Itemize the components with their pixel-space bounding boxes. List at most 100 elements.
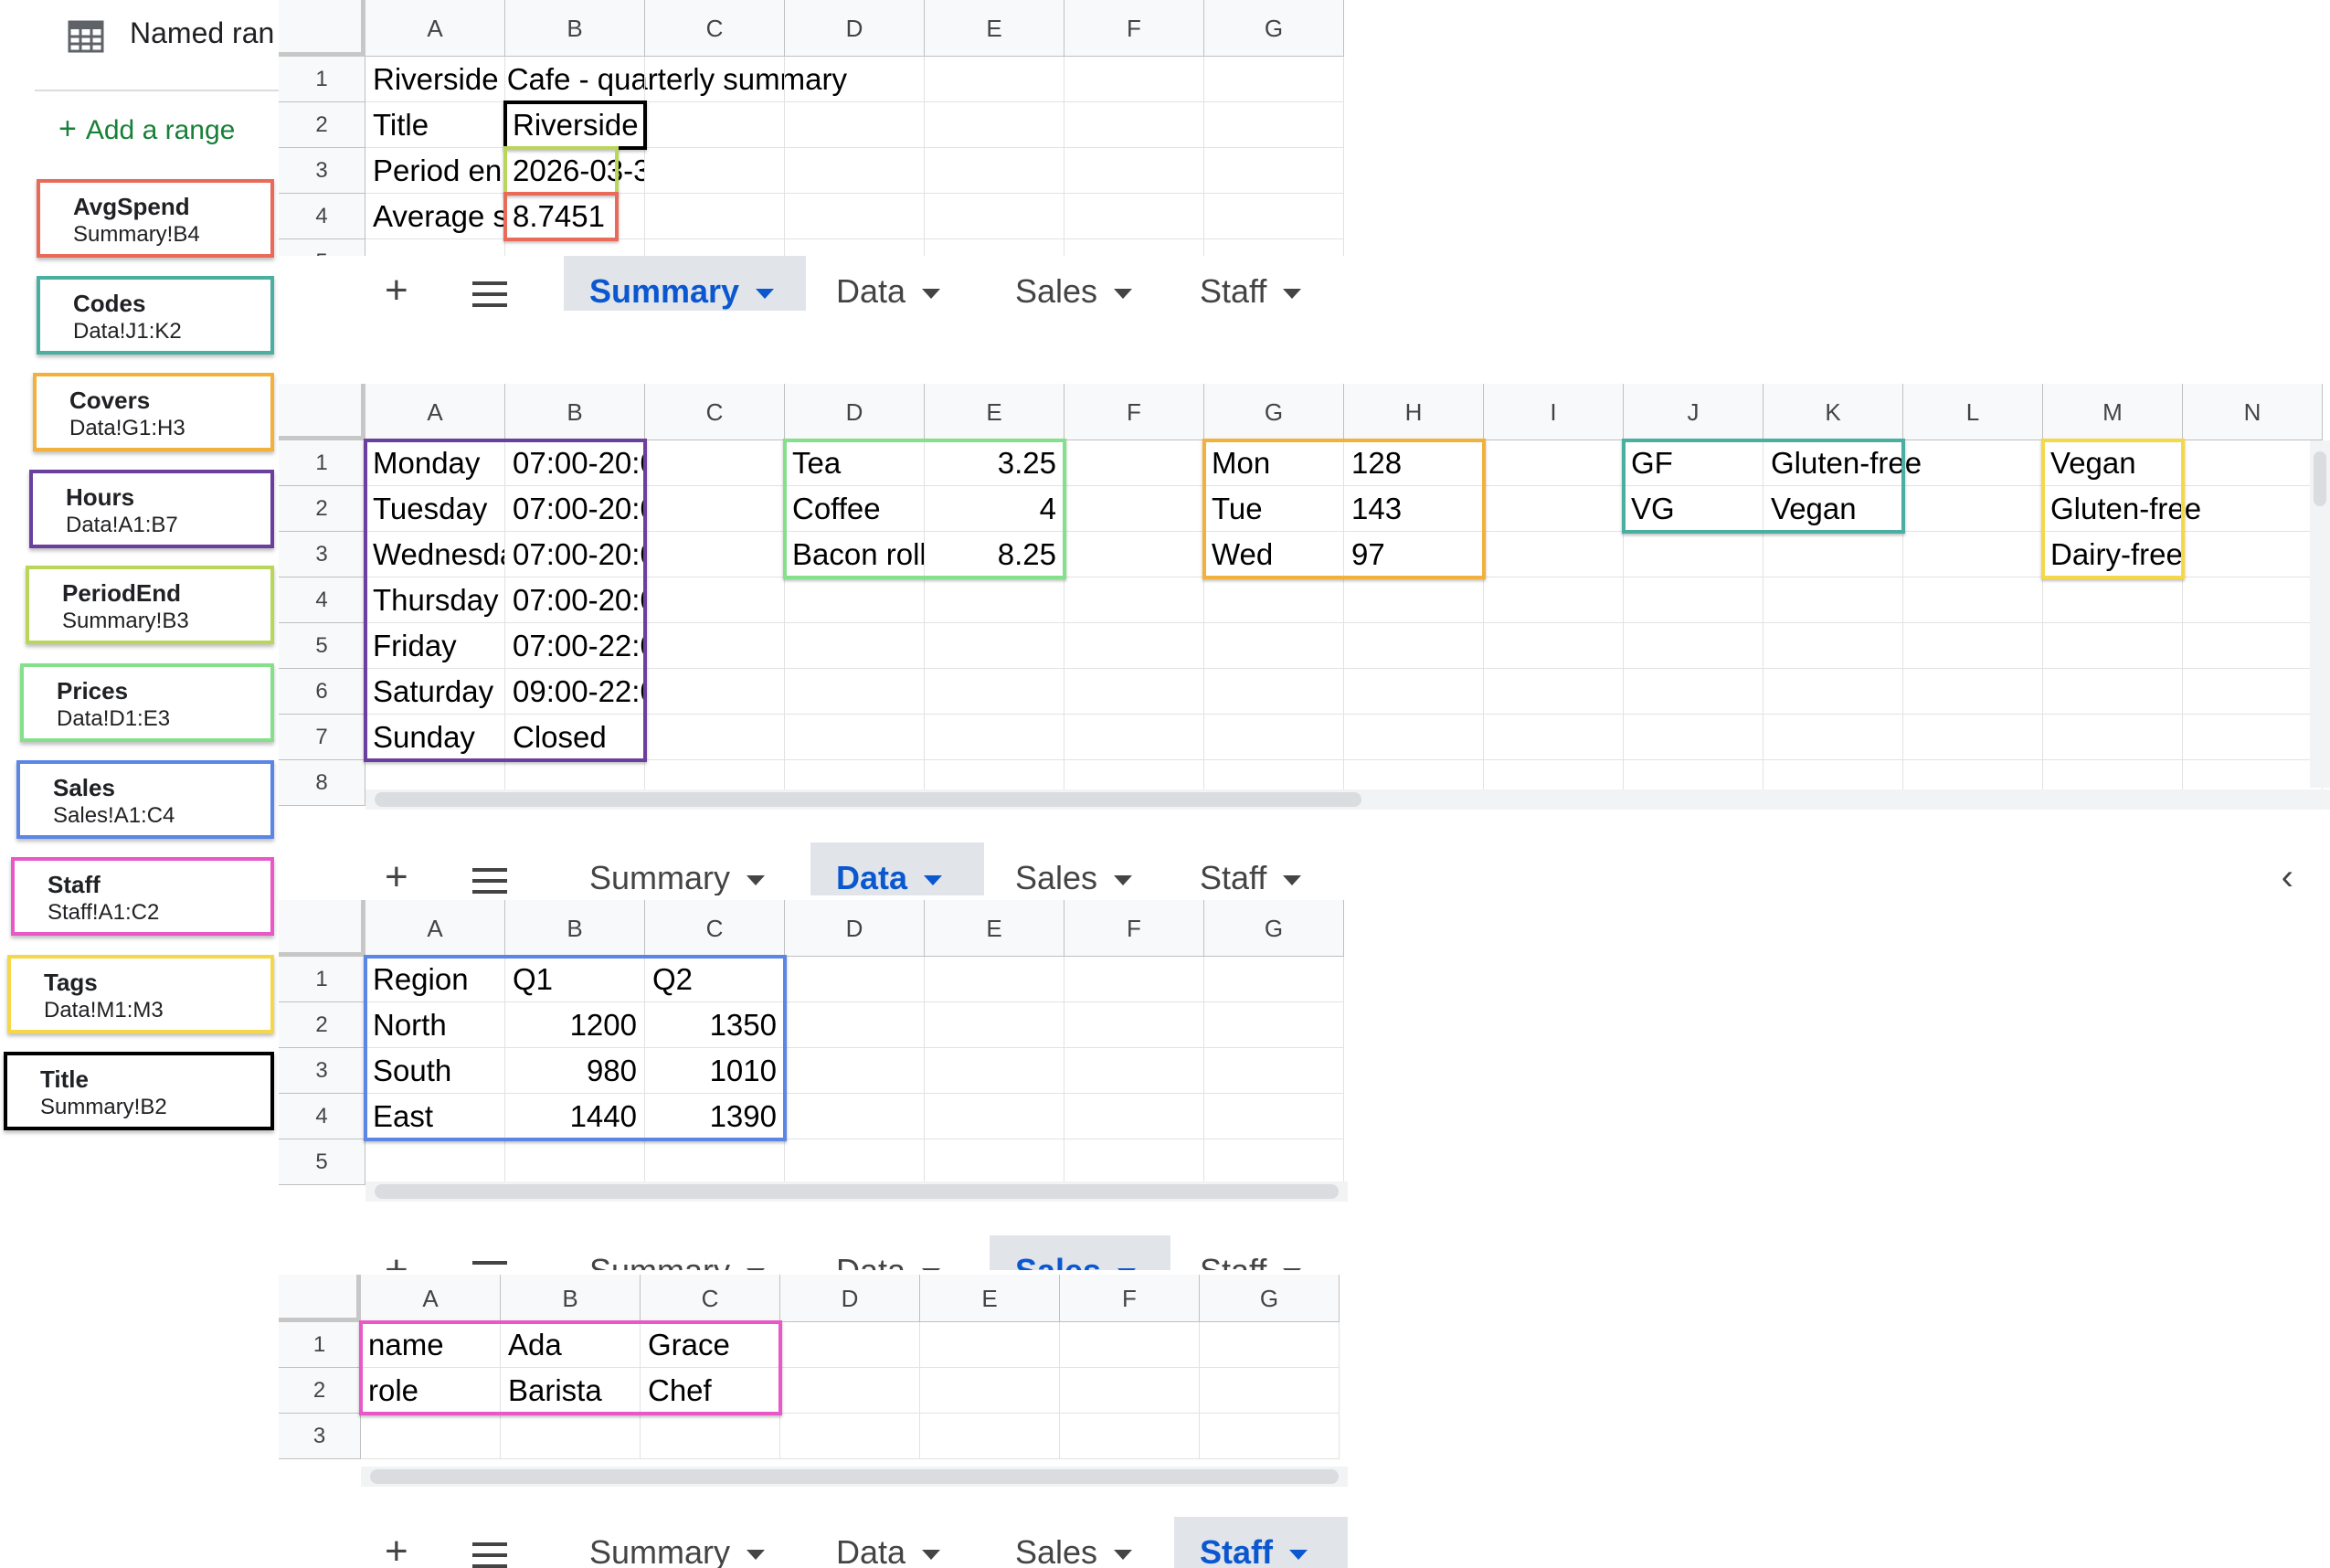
horizontal-scrollbar[interactable] [361, 1467, 1348, 1487]
cell-n4[interactable] [2183, 577, 2323, 623]
scrollbar-thumb[interactable] [375, 1184, 1339, 1199]
chevron-down-icon[interactable] [1283, 288, 1302, 299]
row-header-2[interactable]: 2 [279, 1368, 361, 1414]
cell-b2[interactable]: Barista [501, 1368, 641, 1414]
column-header-c[interactable]: C [645, 900, 785, 957]
cell-f4[interactable] [1064, 1094, 1204, 1139]
cell-m2[interactable]: Gluten-free [2043, 486, 2201, 532]
cell-i7[interactable] [1484, 715, 1624, 760]
cell-a5[interactable] [365, 1139, 505, 1185]
cell-a3[interactable]: Wednesda [365, 532, 505, 577]
chevron-down-icon[interactable] [1114, 288, 1133, 299]
cell-g6[interactable] [1204, 669, 1344, 715]
cell-n2[interactable] [2183, 486, 2323, 532]
cell-l3[interactable] [1903, 532, 2043, 577]
cell-j7[interactable] [1624, 715, 1763, 760]
sheet-tab-summary[interactable]: Summary [564, 256, 806, 311]
cell-i6[interactable] [1484, 669, 1624, 715]
cell-j5[interactable] [1624, 623, 1763, 669]
cell-h5[interactable] [1344, 623, 1484, 669]
row-header-1[interactable]: 1 [279, 1322, 361, 1368]
column-header-d[interactable]: D [785, 384, 925, 440]
cell-c5[interactable] [645, 623, 785, 669]
cell-j3[interactable] [1624, 532, 1763, 577]
horizontal-scrollbar[interactable] [365, 1181, 1348, 1202]
row-header-4[interactable]: 4 [279, 1094, 365, 1139]
cell-d3[interactable] [785, 148, 925, 194]
chevron-down-icon[interactable] [1283, 874, 1302, 885]
cell-f1[interactable] [1064, 57, 1204, 102]
column-header-e[interactable]: E [925, 384, 1064, 440]
scrollbar-thumb[interactable] [375, 792, 1361, 807]
cell-e3[interactable]: 8.25 [925, 532, 1064, 577]
sheet-tab-summary[interactable]: Summary [564, 842, 806, 895]
cell-a1[interactable]: Monday [365, 440, 505, 486]
cell-e1[interactable] [920, 1322, 1060, 1368]
cell-d3[interactable] [780, 1414, 920, 1459]
cell-b6[interactable]: 09:00-22:00 [505, 669, 645, 715]
cell-b4[interactable]: 8.7451 [505, 194, 645, 239]
cell-d3[interactable]: Bacon roll [785, 532, 925, 577]
cell-g3[interactable] [1204, 148, 1344, 194]
cell-f2[interactable] [1064, 1002, 1204, 1048]
cell-e1[interactable]: 3.25 [925, 440, 1064, 486]
cell-g5[interactable] [1204, 1139, 1344, 1185]
column-header-c[interactable]: C [645, 0, 785, 57]
cell-e2[interactable] [925, 102, 1064, 148]
cell-a2[interactable]: Tuesday [365, 486, 505, 532]
cell-b3[interactable]: 07:00-20:00 [505, 532, 645, 577]
sheet-tab-data[interactable]: Data [810, 1517, 984, 1568]
cell-m6[interactable] [2043, 669, 2183, 715]
cell-d1[interactable]: Tea [785, 440, 925, 486]
row-header-3[interactable]: 3 [279, 1048, 365, 1094]
cell-b4[interactable]: 1440 [505, 1094, 645, 1139]
row-header-2[interactable]: 2 [279, 486, 365, 532]
cell-e4[interactable] [925, 577, 1064, 623]
cell-c2[interactable]: 1350 [645, 1002, 785, 1048]
sheet-tab-staff[interactable]: Staff [1174, 1517, 1348, 1568]
cell-a4[interactable]: Thursday [365, 577, 505, 623]
cell-d4[interactable] [785, 194, 925, 239]
row-header-1[interactable]: 1 [279, 957, 365, 1002]
column-header-g[interactable]: G [1204, 0, 1344, 57]
cell-h3[interactable]: 97 [1344, 532, 1484, 577]
cell-m1[interactable]: Vegan [2043, 440, 2183, 486]
named-range-title[interactable]: Title Summary!B2 [4, 1052, 274, 1130]
cell-f1[interactable] [1064, 440, 1204, 486]
all-sheets-menu-icon[interactable] [472, 1261, 507, 1270]
cell-g4[interactable] [1204, 1094, 1344, 1139]
named-range-prices[interactable]: Prices Data!D1:E3 [20, 663, 274, 742]
cell-c4[interactable] [645, 194, 785, 239]
cell-m7[interactable] [2043, 715, 2183, 760]
cell-f5[interactable] [1064, 1139, 1204, 1185]
sheet-tab-summary[interactable]: Summary [564, 1235, 806, 1270]
column-header-j[interactable]: J [1624, 384, 1763, 440]
add-sheet-button[interactable]: + [385, 1531, 408, 1568]
chevron-down-icon[interactable] [922, 1267, 941, 1270]
cell-b3[interactable]: 980 [505, 1048, 645, 1094]
cell-e2[interactable] [920, 1368, 1060, 1414]
row-header-2[interactable]: 2 [279, 102, 365, 148]
row-header-3[interactable]: 3 [279, 148, 365, 194]
row-header-3[interactable]: 3 [279, 532, 365, 577]
row-header-1[interactable]: 1 [279, 440, 365, 486]
cell-g3[interactable] [1200, 1414, 1340, 1459]
cell-b2[interactable]: 07:00-20:00 [505, 486, 645, 532]
named-range-staff[interactable]: Staff Staff!A1:C2 [11, 857, 274, 936]
cell-m5[interactable] [2043, 623, 2183, 669]
cell-n1[interactable] [2183, 440, 2323, 486]
cell-c5[interactable] [645, 1139, 785, 1185]
column-header-a[interactable]: A [361, 1275, 501, 1322]
row-header-2[interactable]: 2 [279, 1002, 365, 1048]
cell-g5[interactable] [1204, 623, 1344, 669]
column-header-c[interactable]: C [645, 384, 785, 440]
sheet-tab-sales[interactable]: Sales [990, 1235, 1170, 1270]
add-sheet-button[interactable]: + [385, 1250, 408, 1271]
column-header-d[interactable]: D [780, 1275, 920, 1322]
column-header-a[interactable]: A [365, 900, 505, 957]
cell-h4[interactable] [1344, 577, 1484, 623]
column-header-g[interactable]: G [1204, 900, 1344, 957]
cell-i4[interactable] [1484, 577, 1624, 623]
cell-d2[interactable]: Coffee [785, 486, 925, 532]
named-range-sales[interactable]: Sales Sales!A1:C4 [16, 760, 274, 839]
